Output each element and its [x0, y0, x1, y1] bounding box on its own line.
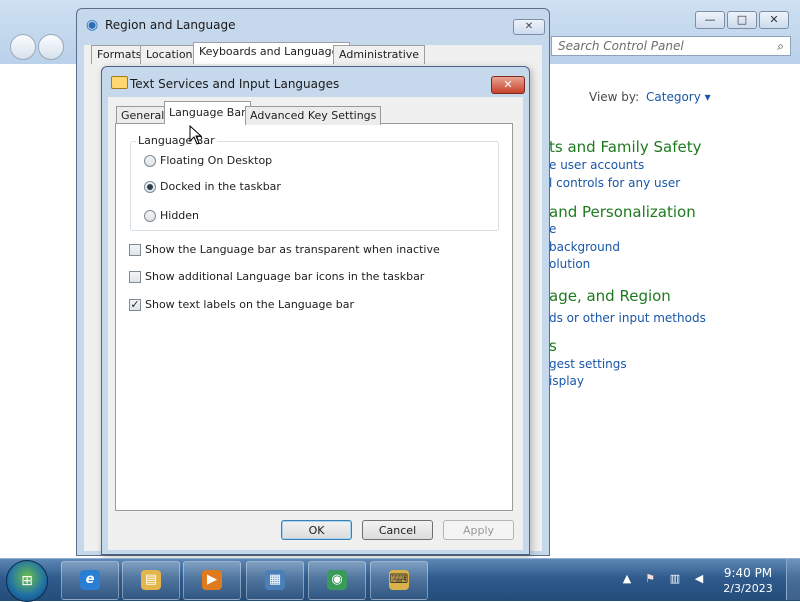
- tab-language-bar[interactable]: Language Bar: [164, 101, 251, 124]
- chevron-down-icon: ▾: [704, 90, 711, 104]
- tab-location[interactable]: Location: [140, 45, 199, 64]
- link-input-methods[interactable]: ds or other input methods: [549, 311, 706, 325]
- radio-button[interactable]: [144, 181, 156, 193]
- region-dialog-close-button[interactable]: ✕: [513, 19, 545, 35]
- radio-button[interactable]: [144, 210, 156, 222]
- taskbar-app-media-player[interactable]: ▶: [183, 561, 241, 600]
- clock-time[interactable]: 9:40 PM: [718, 566, 778, 580]
- show-desktop-button[interactable]: [786, 559, 800, 600]
- taskbar-app-file-explorer[interactable]: ▤: [122, 561, 180, 600]
- windows-logo-icon: ⊞: [21, 573, 33, 589]
- radio-label: Hidden: [160, 209, 200, 222]
- view-by-dropdown[interactable]: Category ▾: [646, 90, 711, 104]
- search-input[interactable]: Search Control Panel ⌕: [551, 36, 791, 56]
- category-heading-personalization[interactable]: and Personalization: [549, 203, 696, 221]
- tab-advanced-key-settings[interactable]: Advanced Key Settings: [245, 106, 382, 125]
- radio-selected-dot: [147, 184, 153, 190]
- show-hidden-icons-arrow[interactable]: ▲: [620, 572, 634, 586]
- globe-icon: ◉: [86, 17, 99, 33]
- network-icon[interactable]: ▥: [668, 572, 682, 586]
- radio-label: Floating On Desktop: [160, 154, 273, 167]
- view-by-label: View by:: [589, 90, 640, 104]
- radio-button[interactable]: [144, 155, 156, 167]
- folder-icon: ▤: [141, 570, 161, 590]
- category-heading-region[interactable]: age, and Region: [549, 287, 671, 305]
- category-heading-ease-of-access[interactable]: s: [549, 337, 557, 355]
- link-suggest-settings[interactable]: gest settings: [549, 357, 627, 371]
- back-button[interactable]: [10, 34, 36, 60]
- checkbox-label: Show additional Language bar icons in th…: [145, 270, 425, 283]
- checkmark-icon: ✓: [130, 298, 140, 311]
- taskbar-app-text-services[interactable]: ⌨: [370, 561, 428, 600]
- link-resolution[interactable]: olution: [549, 257, 590, 271]
- view-by-value: Category: [646, 90, 701, 104]
- checkbox[interactable]: [129, 244, 141, 256]
- minimize-button[interactable]: —: [695, 11, 725, 29]
- checkbox[interactable]: ✓: [129, 299, 141, 311]
- action-center-flag-icon[interactable]: ⚑: [643, 572, 657, 586]
- link-user-accounts[interactable]: e user accounts: [549, 158, 644, 172]
- control-panel-icon: ▦: [265, 570, 285, 590]
- link-theme[interactable]: e: [549, 222, 556, 236]
- volume-icon[interactable]: ◀: [692, 572, 706, 586]
- checkbox-label: Show text labels on the Language bar: [145, 298, 354, 311]
- forward-button[interactable]: [38, 34, 64, 60]
- start-button[interactable]: ⊞: [6, 560, 48, 602]
- close-button[interactable]: ✕: [759, 11, 789, 29]
- maximize-button[interactable]: □: [727, 11, 757, 29]
- checkbox[interactable]: [129, 271, 141, 283]
- tab-administrative[interactable]: Administrative: [333, 45, 426, 64]
- text-services-dialog-title: Text Services and Input Languages: [130, 77, 340, 91]
- text-services-close-button[interactable]: ✕: [491, 76, 525, 94]
- search-icon[interactable]: ⌕: [777, 39, 784, 54]
- keyboard-icon: ⌨: [389, 570, 409, 590]
- tab-keyboards-and-languages[interactable]: Keyboards and Languages: [193, 42, 351, 64]
- media-player-icon: ▶: [202, 570, 222, 590]
- language-bar-group-label: Language Bar: [136, 134, 217, 147]
- taskbar-app-internet-explorer[interactable]: e: [61, 561, 119, 600]
- keyboard-icon: [111, 76, 128, 89]
- category-heading-family-safety[interactable]: ts and Family Safety: [549, 138, 701, 156]
- link-display[interactable]: isplay: [549, 374, 584, 388]
- taskbar-app-control-panel[interactable]: ▦: [246, 561, 304, 600]
- link-background[interactable]: background: [549, 240, 620, 254]
- ok-button[interactable]: OK: [281, 520, 352, 540]
- link-parental-controls[interactable]: l controls for any user: [549, 176, 680, 190]
- clock-date[interactable]: 2/3/2023: [718, 582, 778, 595]
- globe-icon: ◉: [327, 570, 347, 590]
- mouse-cursor-icon: [189, 125, 203, 145]
- region-dialog-title: Region and Language: [105, 18, 236, 32]
- internet-explorer-icon: e: [80, 570, 100, 590]
- radio-label: Docked in the taskbar: [160, 180, 281, 193]
- search-placeholder: Search Control Panel: [558, 39, 684, 53]
- taskbar-app-region-language[interactable]: ◉: [308, 561, 366, 600]
- checkbox-label: Show the Language bar as transparent whe…: [145, 243, 440, 256]
- apply-button[interactable]: Apply: [443, 520, 514, 540]
- cancel-button[interactable]: Cancel: [362, 520, 433, 540]
